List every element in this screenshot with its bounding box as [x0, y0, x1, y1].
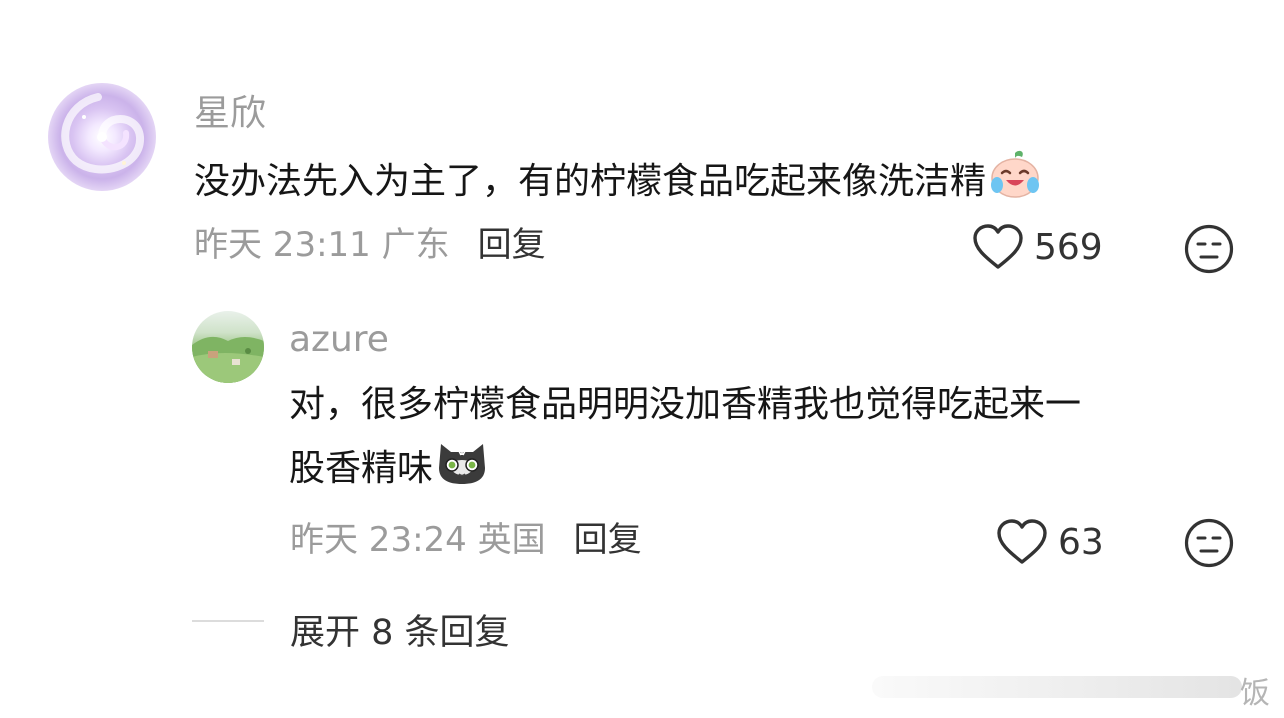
reply-text-line2-body: 股香精味 — [289, 447, 434, 489]
heart-outline-icon — [973, 224, 1023, 269]
watermark-bar — [872, 676, 1242, 698]
reply-location: 英国 — [477, 520, 546, 560]
avatar-xingxin[interactable] — [48, 83, 156, 191]
reply-text-line1: 对，很多柠檬食品明明没加香精我也觉得吃起来一 — [289, 384, 1082, 425]
reply-reply-button[interactable]: 回复 — [574, 520, 642, 560]
watermark-text: 饭 — [1240, 676, 1270, 711]
comment-username[interactable]: 星欣 — [194, 96, 266, 132]
dislike-button[interactable] — [1184, 224, 1234, 274]
comment-meta: 昨天 23:11 广东 回复 — [194, 228, 546, 262]
meh-face-icon — [1184, 224, 1234, 274]
reply-username[interactable]: azure — [289, 322, 389, 358]
expand-divider — [192, 620, 264, 622]
expand-replies-button[interactable]: 展开 8 条回复 — [290, 604, 510, 655]
reply-like-button[interactable]: 63 — [996, 518, 1104, 566]
comment-location: 广东 — [381, 225, 450, 265]
comment-text: 没办法先入为主了，有的柠檬食品吃起来像洗洁精 — [194, 149, 1042, 213]
reply-meta: 昨天 23:24 英国 回复 — [290, 523, 642, 557]
reply-time: 昨天 23:24 — [290, 520, 467, 560]
comment-text-body: 没办法先入为主了，有的柠檬食品吃起来像洗洁精 — [194, 161, 987, 202]
reply-dislike-button[interactable] — [1184, 518, 1234, 568]
like-button[interactable]: 569 — [972, 223, 1103, 271]
cat-face-emoji — [435, 436, 489, 486]
reply-text: 对，很多柠檬食品明明没加香精我也觉得吃起来一 股香精味 — [289, 374, 1081, 500]
reply-button[interactable]: 回复 — [478, 225, 546, 265]
avatar-azure[interactable] — [192, 311, 264, 383]
meh-face-icon — [1184, 518, 1234, 568]
comment-time: 昨天 23:11 — [194, 225, 371, 265]
like-count: 569 — [1034, 226, 1103, 268]
avatar-landscape-image — [192, 336, 264, 383]
reply-like-count: 63 — [1058, 521, 1104, 563]
heart-outline-icon — [997, 519, 1047, 564]
crying-laughing-face-emoji — [988, 149, 1042, 199]
reply-text-line2: 股香精味 — [289, 436, 1081, 500]
avatar-swirl-image — [61, 93, 144, 174]
